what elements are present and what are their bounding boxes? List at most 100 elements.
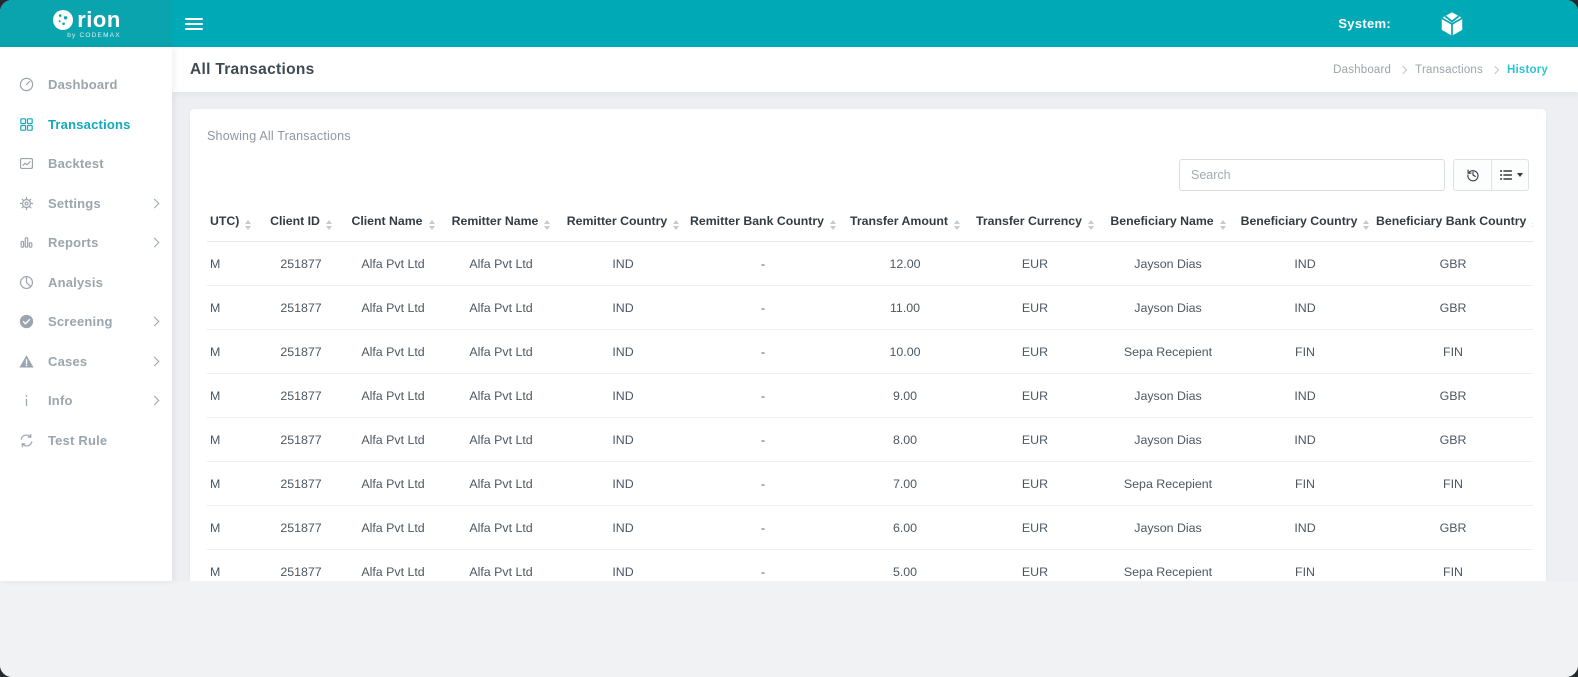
sidebar-item-screening[interactable]: Screening bbox=[0, 302, 172, 342]
brand-logo[interactable]: rion by CODEMAX bbox=[0, 0, 172, 47]
table-cell: EUR bbox=[971, 506, 1099, 550]
column-header-remitter-country[interactable]: Remitter Country bbox=[559, 203, 687, 242]
table-cell: Alfa Pvt Ltd bbox=[343, 286, 443, 330]
menu-toggle-button[interactable] bbox=[185, 18, 203, 30]
transactions-card: Showing All Transactions bbox=[190, 109, 1546, 581]
table-row[interactable]: M251877Alfa Pvt LtdAlfa Pvt LtdIND-7.00E… bbox=[207, 462, 1533, 506]
sidebar-item-label: Test Rule bbox=[48, 433, 107, 448]
list-icon bbox=[1498, 167, 1514, 183]
column-header-beneficiary-name[interactable]: Beneficiary Name bbox=[1099, 203, 1237, 242]
table-cell: GBR bbox=[1373, 242, 1533, 286]
table-row[interactable]: M251877Alfa Pvt LtdAlfa Pvt LtdIND-9.00E… bbox=[207, 374, 1533, 418]
table-cell: M bbox=[207, 418, 259, 462]
sidebar-item-transactions[interactable]: Transactions bbox=[0, 105, 172, 145]
table-cell: Alfa Pvt Ltd bbox=[343, 418, 443, 462]
table-cell: 11.00 bbox=[839, 286, 971, 330]
table-cell: GBR bbox=[1373, 286, 1533, 330]
table-cell: IND bbox=[1237, 418, 1373, 462]
table-cell: Sepa Recepient bbox=[1099, 550, 1237, 582]
table-cell: 10.00 bbox=[839, 330, 971, 374]
table-row[interactable]: M251877Alfa Pvt LtdAlfa Pvt LtdIND-5.00E… bbox=[207, 550, 1533, 582]
table-cell: IND bbox=[559, 330, 687, 374]
column-header-beneficiary-country[interactable]: Beneficiary Country bbox=[1237, 203, 1373, 242]
sidebar: DashboardTransactionsBacktest Settings Rep… bbox=[0, 47, 172, 581]
sidebar-item-test-rule[interactable]: Test Rule bbox=[0, 421, 172, 461]
sidebar-item-reports[interactable]: Reports bbox=[0, 223, 172, 263]
table-cell: Jayson Dias bbox=[1099, 286, 1237, 330]
column-header-remitter-name[interactable]: Remitter Name bbox=[443, 203, 559, 242]
table-cell: 8.00 bbox=[839, 418, 971, 462]
column-header-label: Remitter Country bbox=[567, 214, 667, 228]
column-header-label: Transfer Amount bbox=[850, 214, 948, 228]
sidebar-item-settings[interactable]: Settings bbox=[0, 184, 172, 224]
page-title-bar: All Transactions DashboardTransactionsHi… bbox=[172, 47, 1578, 92]
table-cell: Alfa Pvt Ltd bbox=[443, 550, 559, 582]
history-button[interactable] bbox=[1453, 159, 1491, 191]
column-header-transfer-currency[interactable]: Transfer Currency bbox=[971, 203, 1099, 242]
main-area: All Transactions DashboardTransactionsHi… bbox=[172, 47, 1578, 581]
column-header-client-id[interactable]: Client ID bbox=[259, 203, 343, 242]
dashboard-icon bbox=[18, 76, 35, 93]
search-input[interactable] bbox=[1179, 159, 1445, 191]
table-row[interactable]: M251877Alfa Pvt LtdAlfa Pvt LtdIND-12.00… bbox=[207, 242, 1533, 286]
column-header-beneficiary-bank-country[interactable]: Beneficiary Bank Country bbox=[1373, 203, 1533, 242]
column-header-label: Beneficiary Name bbox=[1110, 214, 1213, 228]
table-row[interactable]: M251877Alfa Pvt LtdAlfa Pvt LtdIND-10.00… bbox=[207, 330, 1533, 374]
table-cell: Alfa Pvt Ltd bbox=[343, 506, 443, 550]
table-cell: FIN bbox=[1237, 550, 1373, 582]
breadcrumb-history: History bbox=[1507, 64, 1548, 76]
table-cell: IND bbox=[1237, 242, 1373, 286]
breadcrumb-transactions[interactable]: Transactions bbox=[1415, 64, 1483, 76]
table-cell: M bbox=[207, 550, 259, 582]
column-header-remitter-bank-country[interactable]: Remitter Bank Country bbox=[687, 203, 839, 242]
table-cell: IND bbox=[559, 418, 687, 462]
table-row[interactable]: M251877Alfa Pvt LtdAlfa Pvt LtdIND-11.00… bbox=[207, 286, 1533, 330]
screening-icon bbox=[18, 313, 35, 330]
sidebar-item-cases[interactable]: Cases bbox=[0, 342, 172, 382]
table-row[interactable]: M251877Alfa Pvt LtdAlfa Pvt LtdIND-8.00E… bbox=[207, 418, 1533, 462]
chevron-right-icon bbox=[150, 356, 160, 366]
column-list-button[interactable] bbox=[1491, 159, 1529, 191]
sidebar-item-label: Reports bbox=[48, 235, 99, 250]
app-window: rion by CODEMAX System: DashboardTransac… bbox=[0, 0, 1578, 677]
sidebar-item-info[interactable]: Info bbox=[0, 381, 172, 421]
breadcrumb-dashboard[interactable]: Dashboard bbox=[1333, 64, 1391, 76]
orion-logo-icon bbox=[51, 8, 75, 32]
table-cell: 251877 bbox=[259, 242, 343, 286]
sidebar-item-label: Settings bbox=[48, 196, 101, 211]
table-cell: Alfa Pvt Ltd bbox=[343, 462, 443, 506]
sort-icon bbox=[326, 220, 332, 230]
table-cell: M bbox=[207, 462, 259, 506]
table-row[interactable]: M251877Alfa Pvt LtdAlfa Pvt LtdIND-6.00E… bbox=[207, 506, 1533, 550]
sort-icon bbox=[544, 220, 550, 230]
table-cell: Alfa Pvt Ltd bbox=[343, 374, 443, 418]
column-header-client-name[interactable]: Client Name bbox=[343, 203, 443, 242]
table-cell: - bbox=[687, 286, 839, 330]
table-cell: 251877 bbox=[259, 374, 343, 418]
column-header-transfer-amount[interactable]: Transfer Amount bbox=[839, 203, 971, 242]
table-cell: Alfa Pvt Ltd bbox=[443, 330, 559, 374]
table-cell: EUR bbox=[971, 374, 1099, 418]
column-header-utc-[interactable]: UTC) bbox=[207, 203, 259, 242]
table-cell: 251877 bbox=[259, 550, 343, 582]
table-cell: Alfa Pvt Ltd bbox=[443, 374, 559, 418]
chevron-down-icon bbox=[1517, 173, 1523, 177]
breadcrumb: Dashboard Transactions History bbox=[1333, 64, 1548, 76]
table-cell: Sepa Recepient bbox=[1099, 462, 1237, 506]
sort-icon bbox=[1220, 220, 1226, 230]
breadcrumb-separator-icon bbox=[1491, 65, 1499, 73]
sort-icon bbox=[954, 220, 960, 230]
sidebar-item-backtest[interactable]: Backtest bbox=[0, 144, 172, 184]
table-cell: EUR bbox=[971, 418, 1099, 462]
table-cell: IND bbox=[559, 242, 687, 286]
sidebar-item-dashboard[interactable]: Dashboard bbox=[0, 65, 172, 105]
table-cell: EUR bbox=[971, 462, 1099, 506]
breadcrumb-separator-icon bbox=[1399, 65, 1407, 73]
settings-icon bbox=[18, 195, 35, 212]
sidebar-item-analysis[interactable]: Analysis bbox=[0, 263, 172, 303]
system-cube-icon[interactable] bbox=[1437, 9, 1467, 39]
sort-icon bbox=[830, 220, 836, 230]
table-cell: 12.00 bbox=[839, 242, 971, 286]
table-cell: - bbox=[687, 330, 839, 374]
transactions-icon bbox=[18, 116, 35, 133]
